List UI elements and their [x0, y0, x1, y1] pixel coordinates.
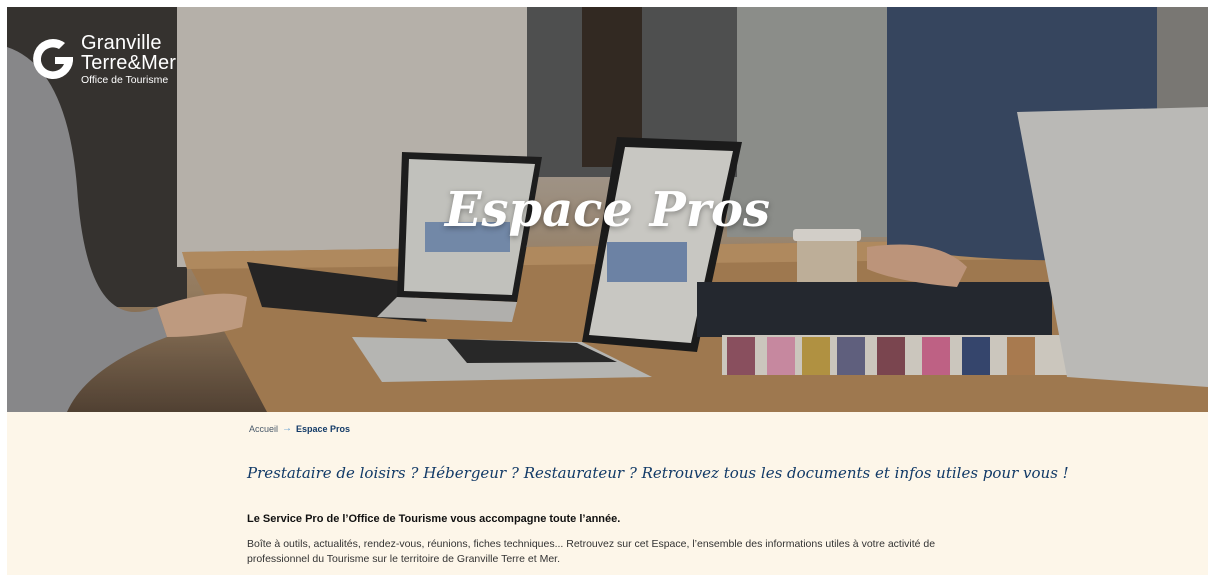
breadcrumb-current: Espace Pros: [296, 423, 351, 434]
hero-title: Espace Pros: [444, 182, 771, 238]
page-tagline: Prestataire de loisirs ? Hébergeur ? Res…: [247, 464, 1069, 482]
breadcrumb-home-link[interactable]: Accueil: [249, 424, 278, 434]
page-content: Accueil → Espace Pros Prestataire de loi…: [7, 412, 1208, 575]
intro-heading: Le Service Pro de l’Office de Tourisme v…: [247, 513, 621, 525]
brand-name: Granville Terre&Mer Office de Tourisme: [81, 33, 176, 86]
brand-line-2: Terre&Mer: [81, 52, 177, 74]
granville-g-icon: [33, 39, 73, 79]
intro-paragraph: Boîte à outils, actualités, rendez-vous,…: [247, 538, 936, 565]
breadcrumb: Accueil → Espace Pros: [249, 423, 350, 434]
arrow-right-icon: →: [282, 423, 293, 434]
brand-line-1: Granville: [81, 32, 162, 54]
brand-logo[interactable]: Granville Terre&Mer Office de Tourisme: [29, 33, 176, 89]
brand-line-3: Office de Tourisme: [81, 74, 169, 86]
hero-banner: Granville Terre&Mer Office de Tourisme E…: [7, 7, 1208, 412]
